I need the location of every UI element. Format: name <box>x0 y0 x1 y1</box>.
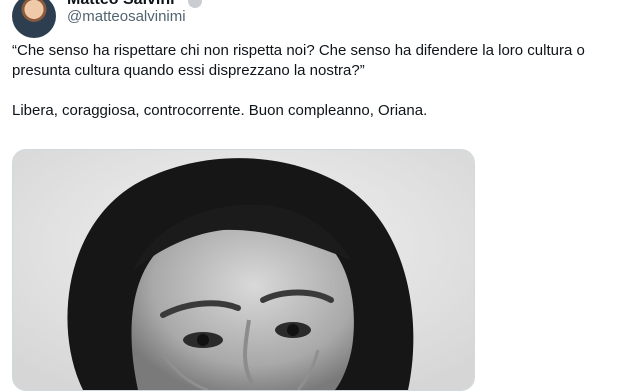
portrait-photo <box>13 150 474 390</box>
tweet-photo[interactable] <box>12 149 475 391</box>
tweet-message-line: Libera, coraggiosa, controcorrente. Buon… <box>12 102 428 119</box>
author-handle[interactable]: @matteosalvinimi <box>67 8 186 25</box>
tweet-text: “Che senso ha rispettare chi non rispett… <box>12 41 610 141</box>
author-avatar[interactable] <box>12 0 56 38</box>
verified-badge-icon <box>188 0 202 8</box>
tweet-quote-line: “Che senso ha rispettare chi non rispett… <box>12 42 585 79</box>
